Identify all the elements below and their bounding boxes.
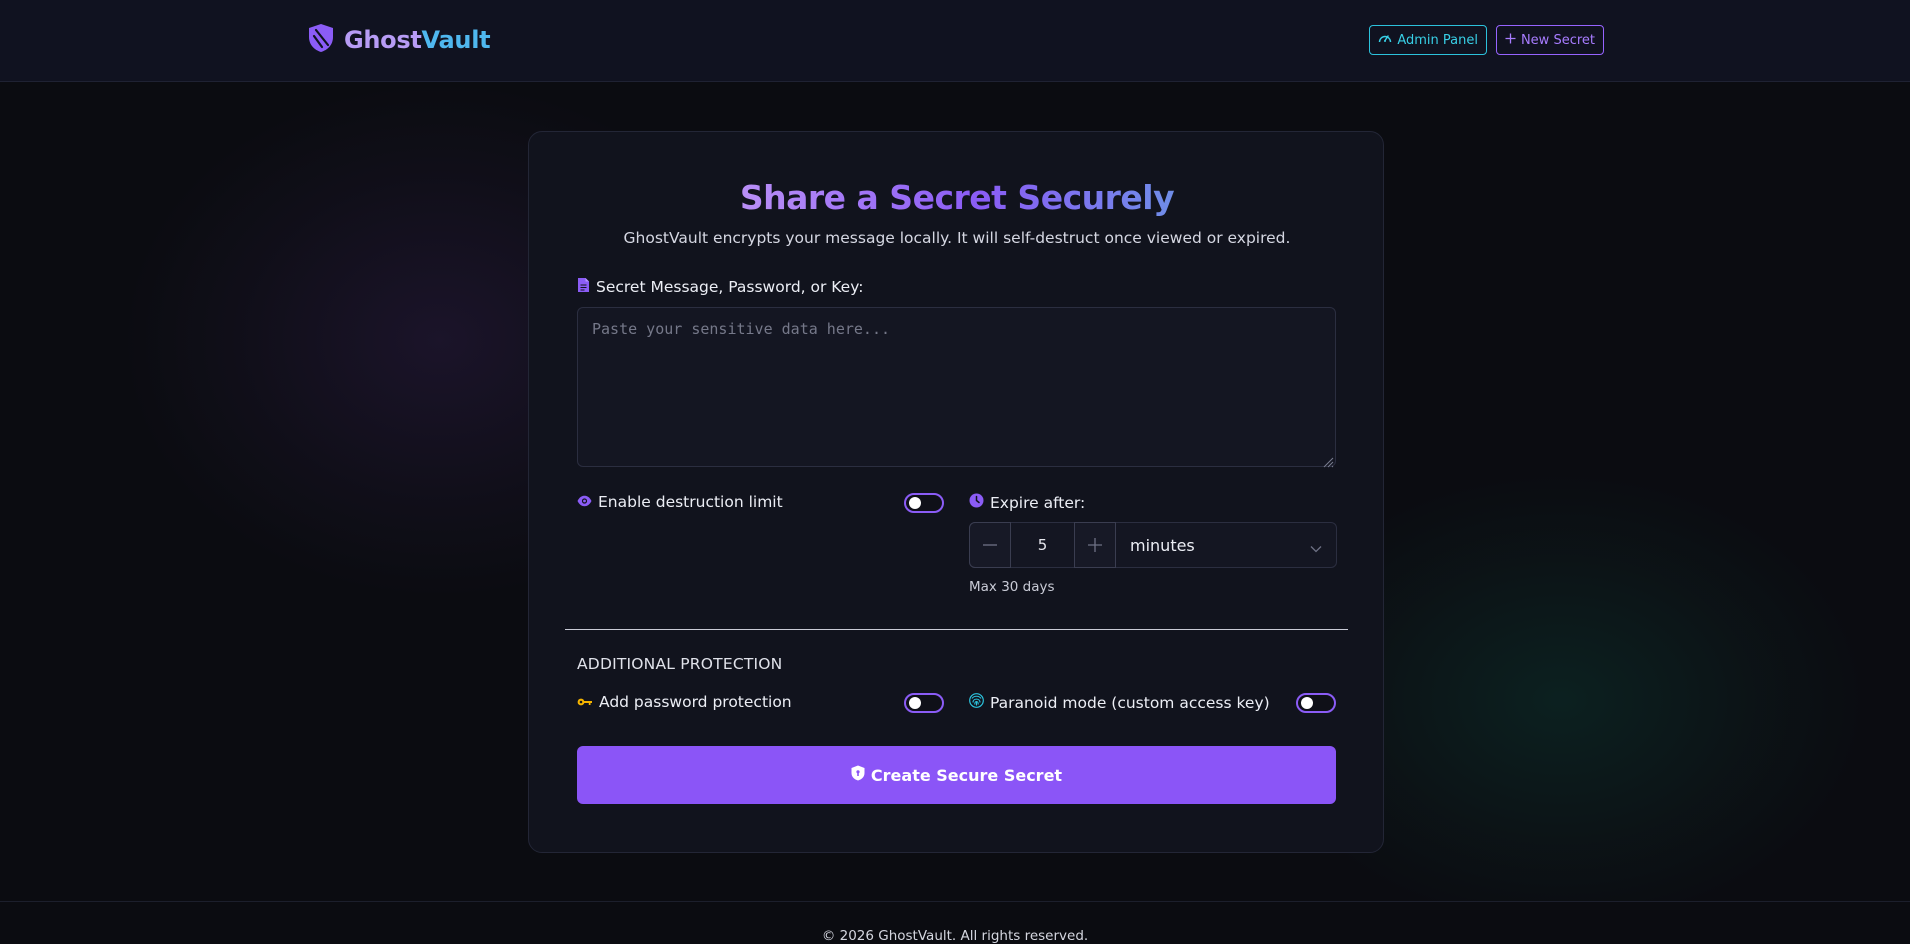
paranoid-mode-toggle[interactable] — [1296, 693, 1336, 713]
message-field-label: Secret Message, Password, or Key: — [577, 277, 864, 297]
gauge-icon — [1378, 32, 1392, 48]
expire-after-text: Expire after: — [990, 493, 1086, 512]
expire-unit-select[interactable]: minutes — [1116, 523, 1336, 567]
brand-name-ghost: Ghost — [344, 26, 422, 54]
paranoid-mode-text: Paranoid mode (custom access key) — [990, 693, 1270, 712]
expire-unit-value: minutes — [1130, 535, 1195, 555]
expire-stepper: 5 minutes — [969, 522, 1337, 568]
toggle-knob — [909, 497, 921, 509]
plus-icon — [1088, 538, 1102, 552]
expire-after-label: Expire after: — [969, 493, 1085, 512]
message-label-text: Secret Message, Password, or Key: — [596, 278, 864, 296]
paranoid-mode-label: Paranoid mode (custom access key) — [969, 693, 1270, 712]
brand-name-vault: Vault — [421, 26, 491, 54]
brand-logo[interactable]: GhostVault — [308, 23, 491, 57]
toggle-knob — [909, 697, 921, 709]
create-secret-button[interactable]: Create Secure Secret — [577, 746, 1336, 804]
new-secret-label: New Secret — [1520, 32, 1595, 48]
copyright-text: © 2026 GhostVault. All rights reserved. — [821, 928, 1089, 944]
fingerprint-icon — [969, 693, 984, 712]
toggle-knob — [1301, 697, 1313, 709]
nav-actions: Admin Panel New Secret — [1369, 25, 1604, 55]
page-footer: © 2026 GhostVault. All rights reserved. — [0, 901, 1910, 944]
page-subtitle: GhostVault encrypts your message locally… — [623, 229, 1291, 247]
password-protection-toggle[interactable] — [904, 693, 944, 713]
new-secret-button[interactable]: New Secret — [1495, 25, 1604, 55]
clock-icon — [969, 493, 984, 512]
password-protection-label: Add password protection — [577, 693, 792, 711]
destruction-limit-toggle[interactable] — [904, 493, 944, 513]
chevron-down-icon — [1310, 538, 1322, 557]
destruction-limit-label: Enable destruction limit — [577, 493, 783, 511]
increment-button[interactable] — [1074, 522, 1116, 568]
expire-hint: Max 30 days — [969, 579, 1055, 595]
key-icon — [577, 693, 593, 711]
top-navbar: GhostVault Admin Panel New Secret — [0, 0, 1910, 82]
additional-protection-heading: ADDITIONAL PROTECTION — [577, 655, 783, 673]
expire-amount-input[interactable]: 5 — [1011, 523, 1074, 567]
page-title: Share a Secret Securely — [529, 178, 1385, 217]
plus-icon — [1505, 33, 1516, 48]
brand-name: GhostVault — [344, 26, 491, 54]
page-title-text: Share a Secret Securely — [739, 178, 1175, 217]
shield-icon — [851, 765, 865, 785]
create-secret-label: Create Secure Secret — [870, 765, 1063, 785]
eye-icon — [577, 493, 592, 511]
minus-icon — [983, 544, 997, 546]
resize-handle-icon[interactable] — [1322, 453, 1334, 472]
destruction-limit-text: Enable destruction limit — [598, 493, 783, 511]
file-icon — [577, 277, 590, 297]
admin-panel-button[interactable]: Admin Panel — [1369, 25, 1487, 55]
admin-panel-label: Admin Panel — [1397, 32, 1478, 48]
secret-message-input[interactable] — [577, 307, 1336, 467]
shield-icon — [308, 23, 334, 57]
share-secret-card: Share a Secret Securely GhostVault encry… — [528, 131, 1384, 853]
password-protection-text: Add password protection — [599, 693, 792, 711]
section-divider — [565, 629, 1348, 630]
decrement-button[interactable] — [969, 522, 1011, 568]
